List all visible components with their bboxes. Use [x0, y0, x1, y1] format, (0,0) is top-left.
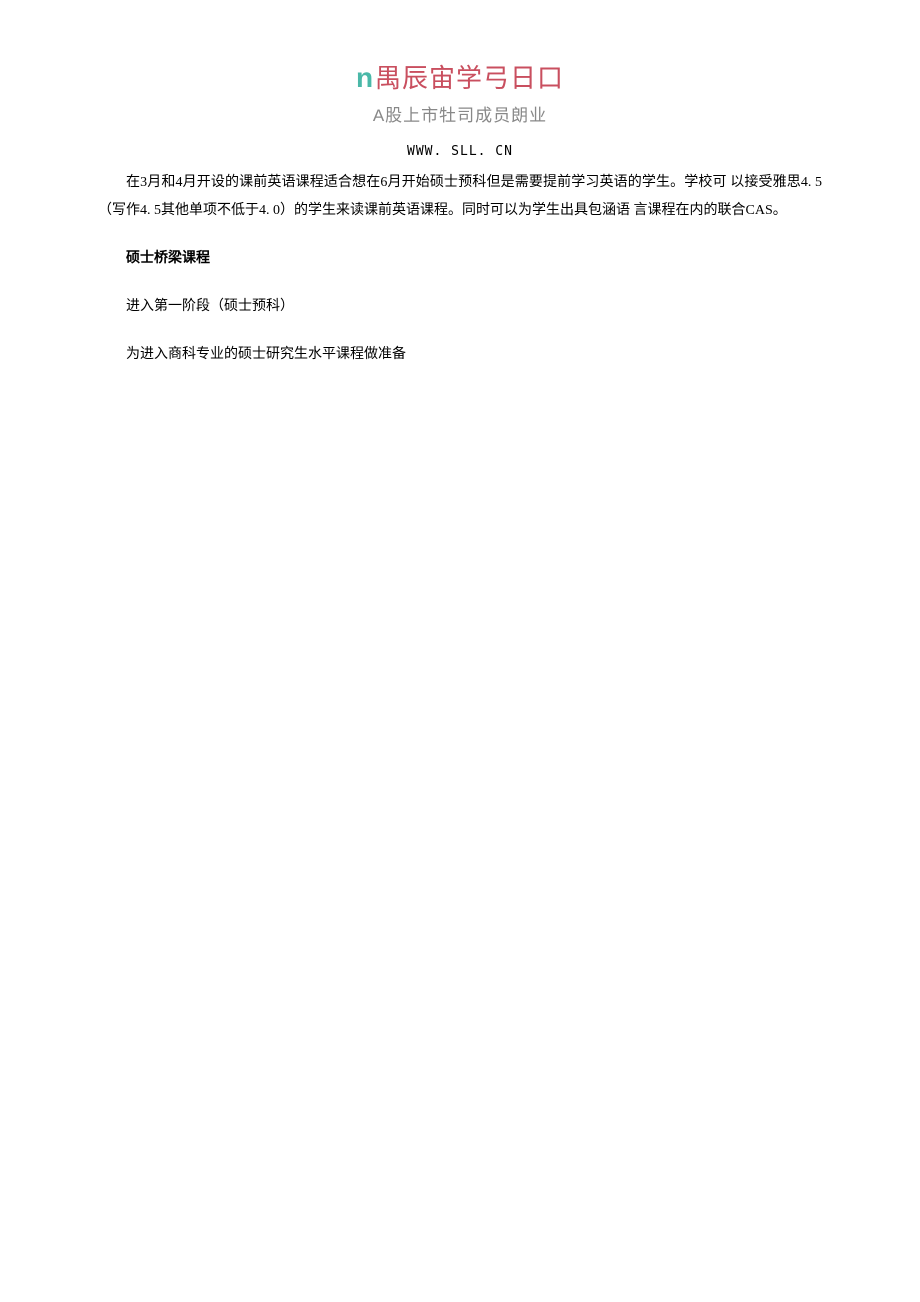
logo: n 禺辰宙学弓日口: [0, 58, 920, 95]
document-content: 在3月和4月开设的课前英语课程适合想在6月开始硕士预科但是需要提前学习英语的学生…: [0, 169, 920, 369]
paragraph-3: 为进入商科专业的硕士研究生水平课程做准备: [98, 341, 822, 369]
website-url: WWW. SLL. CN: [0, 144, 920, 159]
section-title: 硕士桥梁课程: [98, 245, 822, 273]
document-header: n 禺辰宙学弓日口 A股上市牡司成员朗业: [0, 58, 920, 126]
tagline: A股上市牡司成员朗业: [0, 101, 920, 126]
paragraph-1: 在3月和4月开设的课前英语课程适合想在6月开始硕士预科但是需要提前学习英语的学生…: [98, 169, 822, 225]
logo-prefix: n: [356, 62, 373, 94]
paragraph-2: 进入第一阶段（硕士预科）: [98, 293, 822, 321]
logo-text: 禺辰宙学弓日口: [375, 58, 564, 95]
